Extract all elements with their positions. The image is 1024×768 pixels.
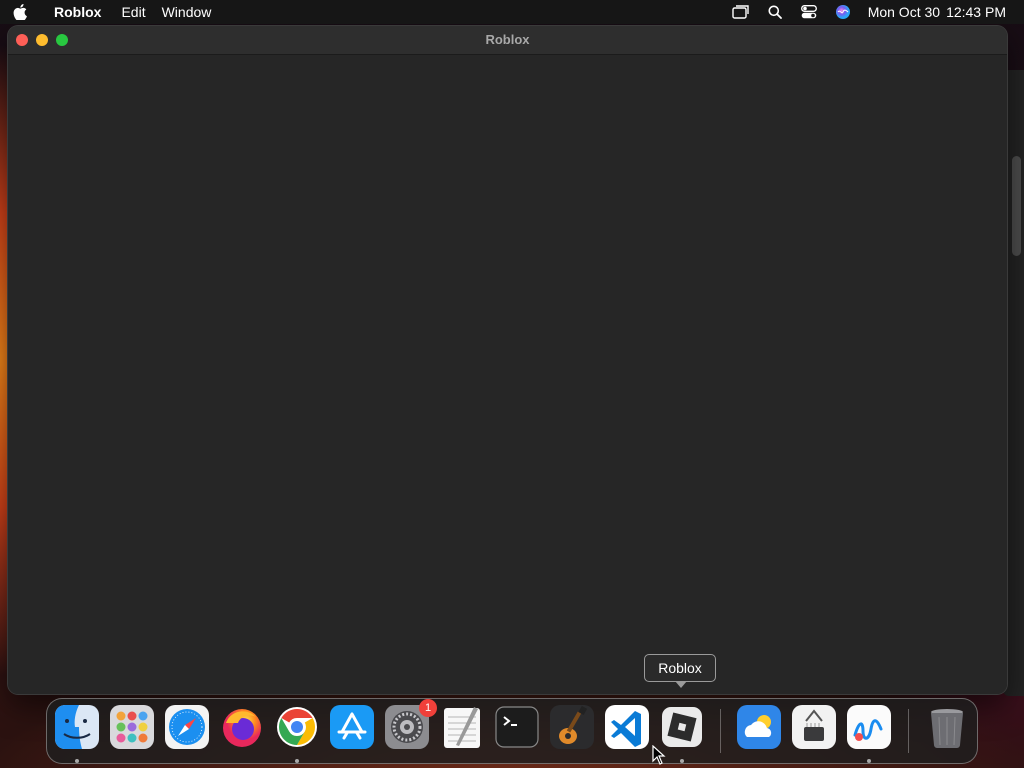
screen-mirroring-icon[interactable] [724,0,758,24]
siri-icon[interactable] [826,0,860,24]
freeform-icon [847,705,891,749]
dock-roblox[interactable] [660,705,704,749]
dock-garageband[interactable] [550,705,594,749]
menu-window[interactable]: Window [162,0,228,24]
roblox-window: Roblox [8,26,1007,694]
dock-chrome[interactable] [275,705,319,749]
garageband-icon [550,705,594,749]
mouse-cursor-icon [652,745,666,765]
menu-app-name[interactable]: Roblox [40,0,121,24]
freeform-running-indicator [867,759,871,763]
clock-date: Mon Oct 30 [867,4,941,20]
finder-icon [55,705,99,749]
dock-system-information[interactable] [792,705,836,749]
launchpad-icon [110,705,154,749]
firefox-icon [223,709,261,747]
dock-finder[interactable] [55,705,99,749]
dock-firefox[interactable] [220,705,264,749]
system-information-icon [792,705,836,749]
dock-textedit[interactable] [440,705,484,749]
dock-launchpad[interactable] [110,705,154,749]
textedit-icon [444,707,480,748]
trash-icon [931,709,963,748]
dock: 1 [46,698,978,764]
dock-trash[interactable] [925,705,969,749]
menu-edit[interactable]: Edit [121,0,161,24]
menubar-clock[interactable]: Mon Oct 30 12:43 PM [868,4,1006,20]
window-content [8,55,1007,694]
chrome-running-indicator [295,759,299,763]
background-window-scrollbar[interactable] [1012,156,1021,256]
app-store-icon [330,705,374,749]
dock-safari[interactable] [165,705,209,749]
dock-terminal[interactable] [495,705,539,749]
clock-time: 12:43 PM [946,4,1006,20]
dock-separator [720,709,721,753]
window-titlebar[interactable]: Roblox [8,26,1007,55]
roblox-running-indicator [680,759,684,763]
window-title: Roblox [485,32,530,47]
dock-app-store[interactable] [330,705,374,749]
vscode-icon [605,705,649,749]
dock-weather[interactable] [737,705,781,749]
dock-tooltip: Roblox [644,654,716,688]
weather-icon [737,705,781,749]
notification-badge: 1 [419,699,437,717]
safari-icon [165,705,209,749]
control-center-icon[interactable] [792,0,826,24]
apple-menu-icon[interactable] [0,0,40,24]
menu-bar: Roblox Edit Window Mon Oct 30 12:43 PM [0,0,1024,24]
dock-freeform[interactable] [847,705,891,749]
finder-running-indicator [75,759,79,763]
chrome-icon [277,707,317,747]
terminal-icon [495,706,539,748]
dock-vscode[interactable] [605,705,649,749]
dock-separator-trash [908,709,909,753]
dock-system-settings[interactable]: 1 [385,699,437,749]
roblox-icon [662,707,702,747]
spotlight-search-icon[interactable] [758,0,792,24]
